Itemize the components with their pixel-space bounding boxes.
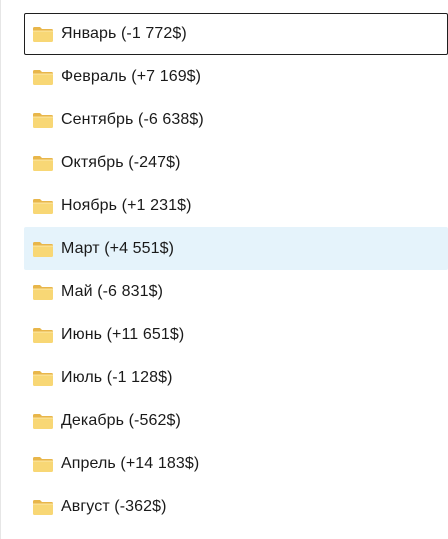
folder-icon xyxy=(32,498,54,516)
folder-icon xyxy=(32,369,54,387)
folder-item[interactable]: Октябрь (-247$) xyxy=(24,141,448,184)
folder-item[interactable]: Март (+4 551$) xyxy=(24,227,448,270)
folder-item[interactable]: Апрель (+14 183$) xyxy=(24,442,448,485)
folder-label: Февраль (+7 169$) xyxy=(61,67,202,85)
folder-item[interactable]: Июль (-1 128$) xyxy=(24,356,448,399)
folder-icon xyxy=(32,154,54,172)
folder-label: Июнь (+11 651$) xyxy=(61,325,185,343)
folder-item[interactable]: Август (-362$) xyxy=(24,485,448,528)
folder-label: Июль (-1 128$) xyxy=(61,368,173,386)
folder-item[interactable]: Сентябрь (-6 638$) xyxy=(24,98,448,141)
pane-edge xyxy=(0,0,1,539)
folder-item[interactable]: Февраль (+7 169$) xyxy=(24,55,448,98)
folder-list: Январь (-1 772$) Февраль (+7 169$) Сентя… xyxy=(24,13,448,528)
folder-label: Январь (-1 772$) xyxy=(61,25,187,42)
folder-label: Ноябрь (+1 231$) xyxy=(61,196,192,214)
folder-item[interactable]: Январь (-1 772$) xyxy=(24,13,448,55)
folder-icon xyxy=(32,283,54,301)
folder-icon xyxy=(32,68,54,86)
folder-item[interactable]: Июнь (+11 651$) xyxy=(24,313,448,356)
folder-icon xyxy=(32,111,54,129)
folder-icon xyxy=(32,197,54,215)
folder-label: Сентябрь (-6 638$) xyxy=(61,110,204,128)
folder-label: Май (-6 831$) xyxy=(61,282,164,300)
folder-icon xyxy=(32,240,54,258)
folder-label: Август (-362$) xyxy=(61,497,167,515)
folder-label: Март (+4 551$) xyxy=(61,239,175,257)
folder-icon xyxy=(32,25,54,43)
folder-item[interactable]: Декабрь (-562$) xyxy=(24,399,448,442)
folder-icon xyxy=(32,412,54,430)
folder-item[interactable]: Май (-6 831$) xyxy=(24,270,448,313)
folder-label: Декабрь (-562$) xyxy=(61,411,181,429)
folder-icon xyxy=(32,455,54,473)
folder-label: Октябрь (-247$) xyxy=(61,153,181,171)
folder-icon xyxy=(32,326,54,344)
folder-label: Апрель (+14 183$) xyxy=(61,454,200,472)
folder-item[interactable]: Ноябрь (+1 231$) xyxy=(24,184,448,227)
